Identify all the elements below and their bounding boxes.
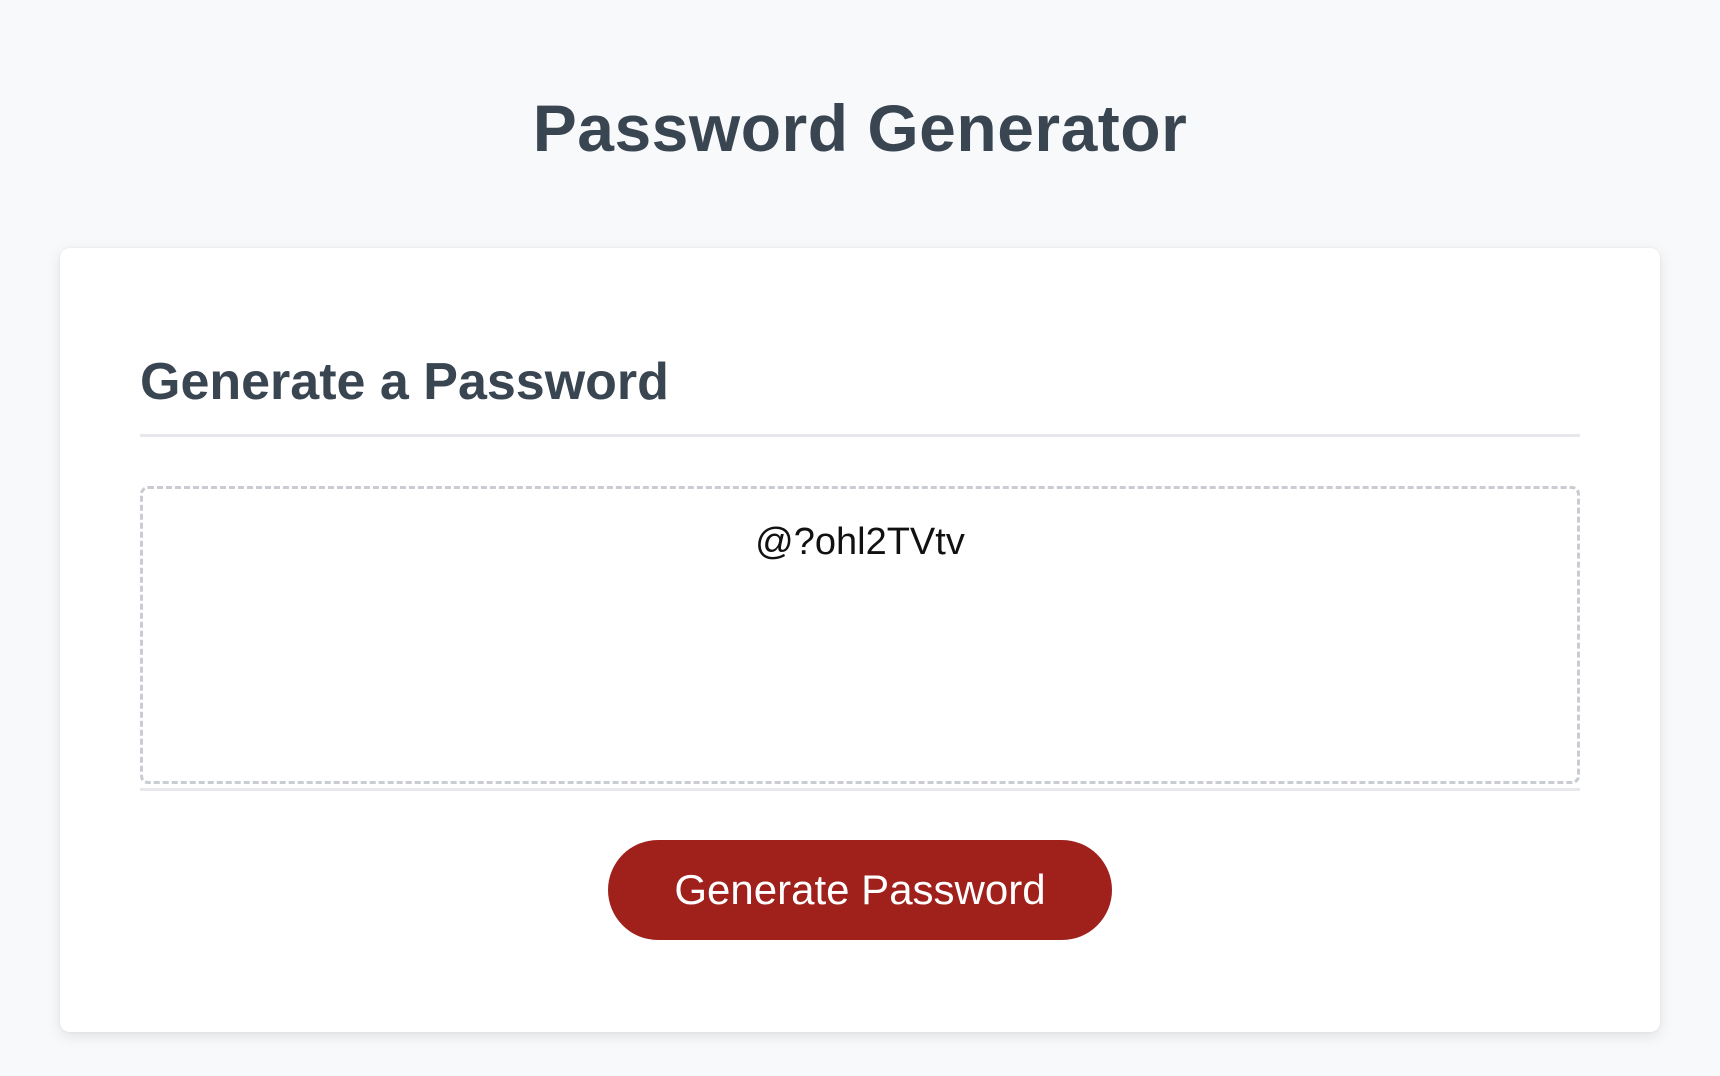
card-title: Generate a Password — [140, 353, 669, 411]
generate-password-button[interactable]: Generate Password — [608, 840, 1112, 940]
card-body: @?ohl2TVtv — [140, 486, 1580, 791]
password-card: Generate a Password @?ohl2TVtv Generate … — [60, 248, 1660, 1032]
password-output[interactable]: @?ohl2TVtv — [140, 486, 1580, 784]
card-header: Generate a Password — [140, 352, 1580, 437]
card-footer: Generate Password — [60, 840, 1660, 940]
page-title: Password Generator — [532, 91, 1188, 165]
